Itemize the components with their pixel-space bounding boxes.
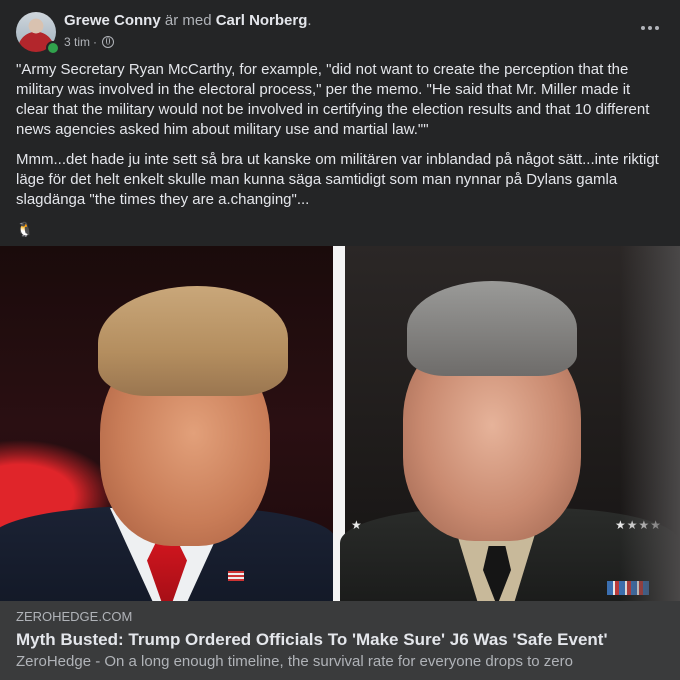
flag-pin-icon [228,571,244,581]
ribbon-bar-icon [607,581,649,595]
link-preview-footer[interactable]: ZEROHEDGE.COM Myth Busted: Trump Ordered… [0,601,680,680]
hair-shape [407,281,577,376]
tagged-name-link[interactable]: Carl Norberg [216,12,308,29]
meta-separator: · [93,35,98,49]
author-name-link[interactable]: Grewe Conny [64,12,161,29]
shoulder-stars-icon: ★★★★ [614,518,662,532]
more-dot-icon [641,26,645,30]
author-line: Grewe Conny är med Carl Norberg. [64,12,312,30]
shoulder-star-icon: ★ [351,518,362,532]
link-preview-image[interactable]: ★ ★★★★ [0,246,680,601]
facebook-post: Grewe Conny är med Carl Norberg. 3 tim ·… [0,0,680,680]
hair-shape [98,286,288,396]
more-dot-icon [648,26,652,30]
with-text: är med [164,12,212,29]
post-paragraph-comment: Mmm...det hade ju inte sett så bra ut ka… [16,151,659,208]
globe-icon[interactable] [102,36,115,48]
penguin-emoji-icon: 🐧 [16,221,34,237]
trump-photo [0,246,335,601]
general-photo: ★ ★★★★ [340,246,680,601]
online-status-icon [46,41,60,55]
author-line-period: . [307,12,312,29]
link-domain: ZEROHEDGE.COM [16,609,133,624]
post-meta: 3 tim · [64,34,115,50]
post-header: Grewe Conny är med Carl Norberg. 3 tim · [16,12,664,55]
post-timestamp[interactable]: 3 tim [64,34,90,50]
more-options-button[interactable] [636,18,664,38]
link-description: ZeroHedge - On a long enough timeline, t… [16,653,573,670]
more-dot-icon [655,26,659,30]
link-title[interactable]: Myth Busted: Trump Ordered Officials To … [16,629,664,651]
post-paragraph-quote: "Army Secretary Ryan McCarthy, for examp… [16,61,650,138]
post-body: "Army Secretary Ryan McCarthy, for examp… [16,60,664,238]
